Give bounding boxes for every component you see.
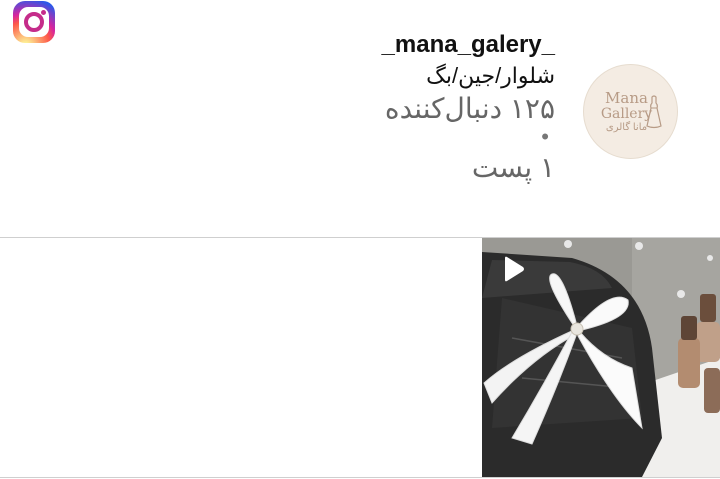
- profile-info: _mana_galery_ شلوار/جین/بگ ۱۲۵ دنبال‌کنن…: [382, 30, 555, 188]
- grid-bottom-divider: [0, 477, 720, 478]
- stats-separator: •: [541, 124, 549, 149]
- profile-bio: شلوار/جین/بگ: [426, 63, 555, 88]
- profile-username[interactable]: _mana_galery_: [382, 30, 555, 60]
- avatar-brand-fa: مانا گالری: [605, 121, 648, 133]
- dress-icon: [646, 95, 662, 129]
- instagram-logo-icon[interactable]: [13, 1, 55, 43]
- logo-dot: [41, 10, 46, 15]
- avatar-brand-line1: Mana: [605, 88, 648, 107]
- followers-count[interactable]: ۱۲۵ دنبال‌کننده: [382, 92, 555, 126]
- logo-lens: [24, 12, 44, 32]
- avatar-brand-line2: Gallery: [600, 105, 653, 122]
- profile-avatar[interactable]: Mana Gallery مانا گالری: [583, 64, 678, 159]
- posts-count[interactable]: ۱ پست: [382, 148, 555, 188]
- play-reel-icon[interactable]: [496, 253, 528, 285]
